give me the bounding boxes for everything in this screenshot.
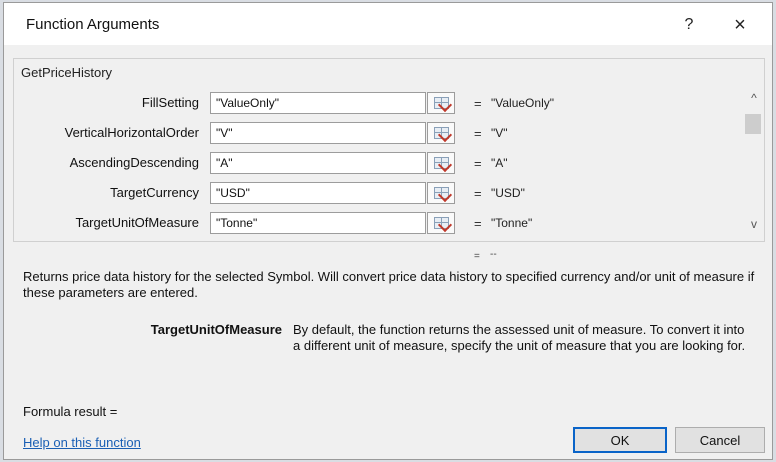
function-arguments-dialog: Function Arguments ? × GetPriceHistory F… — [3, 2, 773, 460]
arg-result-targetunitofmeasure: "Tonne" — [491, 216, 533, 230]
arguments-scrollbar[interactable] — [742, 90, 764, 238]
collapse-range-icon[interactable] — [427, 152, 455, 174]
equals-sign: = — [474, 186, 482, 201]
equals-sign: = — [474, 96, 482, 111]
arg-label-fillsetting: FillSetting — [141, 95, 199, 110]
function-description: Returns price data history for the selec… — [23, 269, 755, 300]
arg-label-targetcurrency: TargetCurrency — [110, 185, 199, 200]
arg-label-verticalhorizontalorder: VerticalHorizontalOrder — [64, 125, 199, 140]
help-button[interactable]: ? — [674, 13, 704, 37]
current-parameter-description: By default, the function returns the ass… — [293, 322, 746, 353]
help-on-function-link[interactable]: Help on this function — [23, 435, 141, 450]
arg-input-targetcurrency[interactable] — [210, 182, 426, 204]
function-result: -- — [490, 249, 497, 260]
arg-result-verticalhorizontalorder: "V" — [491, 126, 508, 140]
collapse-range-icon[interactable] — [427, 122, 455, 144]
arg-result-targetcurrency: "USD" — [491, 186, 525, 200]
arg-label-ascendingdescending: AscendingDescending — [69, 155, 199, 170]
dialog-title: Function Arguments — [26, 16, 160, 33]
close-button[interactable]: × — [724, 13, 756, 37]
arg-result-ascendingdescending: "A" — [491, 156, 508, 170]
collapse-range-icon[interactable] — [427, 182, 455, 204]
arg-result-fillsetting: "ValueOnly" — [491, 96, 554, 110]
arg-label-targetunitofmeasure: TargetUnitOfMeasure — [75, 215, 199, 230]
ok-button[interactable]: OK — [573, 427, 667, 453]
collapse-range-icon[interactable] — [427, 92, 455, 114]
equals-sign: = — [474, 126, 482, 141]
arg-input-targetunitofmeasure[interactable] — [210, 212, 426, 234]
arg-input-verticalhorizontalorder[interactable] — [210, 122, 426, 144]
arg-input-fillsetting[interactable] — [210, 92, 426, 114]
final-equals-sign: = — [474, 251, 480, 262]
current-parameter-name: TargetUnitOfMeasure — [150, 322, 282, 337]
function-name: GetPriceHistory — [21, 65, 113, 80]
cancel-button[interactable]: Cancel — [675, 427, 765, 453]
arg-input-ascendingdescending[interactable] — [210, 152, 426, 174]
scroll-thumb[interactable] — [745, 114, 761, 134]
title-bar: Function Arguments ? × — [4, 3, 772, 45]
equals-sign: = — [474, 216, 482, 231]
equals-sign: = — [474, 156, 482, 171]
scroll-down-icon[interactable]: v — [748, 217, 760, 231]
formula-result-label: Formula result = — [23, 404, 118, 419]
scroll-up-icon[interactable]: ^ — [748, 91, 760, 105]
collapse-range-icon[interactable] — [427, 212, 455, 234]
